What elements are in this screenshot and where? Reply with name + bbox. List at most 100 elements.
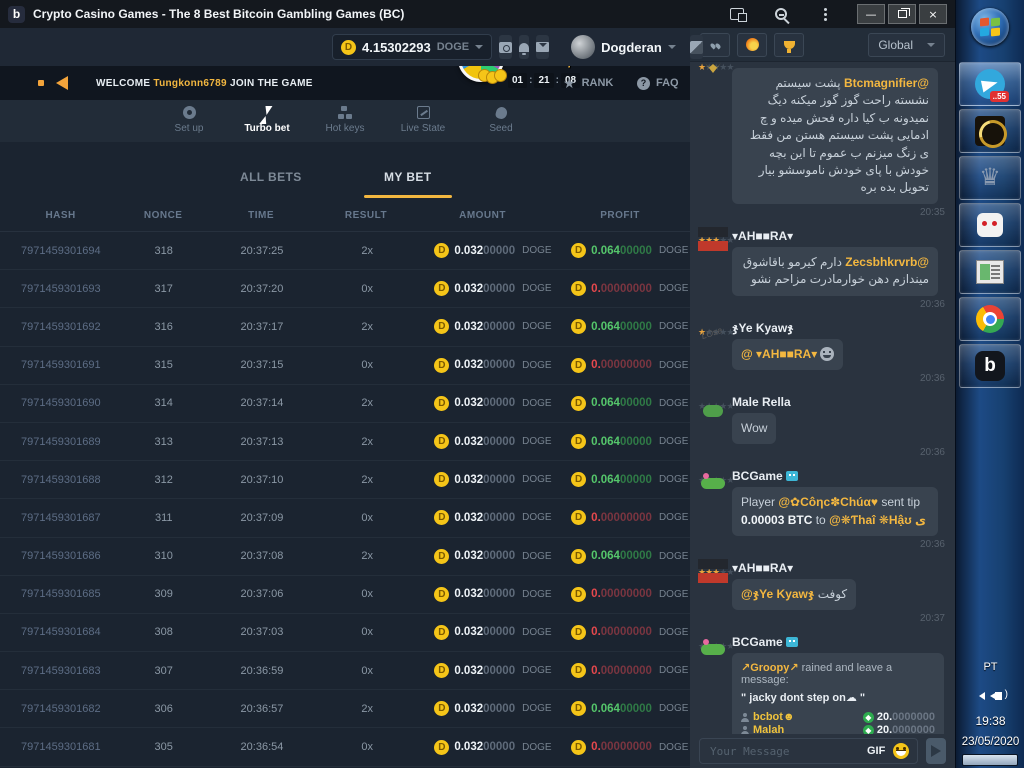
mention[interactable]: @Zecsbhkrvrb: [845, 255, 929, 269]
bet-hash[interactable]: 7971459301690: [0, 397, 122, 409]
coin-drop-button[interactable]: [737, 33, 767, 57]
bet-nonce: 309: [122, 588, 206, 600]
vault-button[interactable]: [499, 35, 512, 59]
table-row[interactable]: 7971459301689 313 20:37:13 2x D 0.032000…: [0, 423, 690, 461]
table-row[interactable]: 7971459301687 311 20:37:09 0x D 0.032000…: [0, 499, 690, 537]
user-menu[interactable]: Dogderan: [571, 35, 676, 59]
language-indicator[interactable]: PT: [956, 661, 1024, 673]
close-button[interactable]: ×: [919, 4, 947, 24]
bet-hash[interactable]: 7971459301689: [0, 436, 122, 448]
chat-username[interactable]: BCGame: [732, 469, 945, 483]
chat-collapse-button[interactable]: [690, 35, 703, 59]
bet-profit: D 0.06400000 DOGE: [553, 701, 690, 716]
taskbar-chrome[interactable]: [959, 297, 1021, 341]
chat-room-select[interactable]: Global: [868, 33, 945, 57]
chat-username[interactable]: ▾AH■■RA▾: [732, 229, 945, 243]
send-button[interactable]: [926, 738, 946, 764]
bet-hash[interactable]: 7971459301692: [0, 321, 122, 333]
gif-button[interactable]: GIF: [867, 745, 885, 757]
emoji-picker-button[interactable]: [893, 743, 909, 759]
taskbar-crown-app[interactable]: ♛: [959, 156, 1021, 200]
mention[interactable]: @ ▾AH■■RA▾: [741, 347, 817, 361]
zoom-out-search-icon[interactable]: [768, 5, 794, 23]
table-row[interactable]: 7971459301681 305 20:36:54 0x D 0.032000…: [0, 728, 690, 766]
table-row[interactable]: 7971459301685 309 20:37:06 0x D 0.032000…: [0, 576, 690, 614]
message-field[interactable]: GIF: [699, 738, 918, 764]
chat-messages[interactable]: ★★★★★ @Btcmagnifier پشت سیستم نشسته راحت…: [690, 62, 955, 734]
messages-button[interactable]: [536, 35, 549, 59]
volume-icon[interactable]: [995, 692, 1002, 700]
bet-hash[interactable]: 7971459301688: [0, 474, 122, 486]
recipient-name[interactable]: bcbot☻: [753, 711, 863, 723]
table-row[interactable]: 7971459301688 312 20:37:10 2x D 0.032000…: [0, 461, 690, 499]
minimize-button[interactable]: —: [857, 4, 885, 24]
tab-turbo-bet[interactable]: Turbo bet: [241, 105, 293, 142]
user-avatar: [571, 35, 595, 59]
table-row[interactable]: 7971459301690 314 20:37:14 2x D 0.032000…: [0, 385, 690, 423]
balance-currency: DOGE: [437, 41, 469, 53]
chat-username[interactable]: BCGame: [732, 635, 945, 649]
table-row[interactable]: 7971459301686 310 20:37:08 2x D 0.032000…: [0, 538, 690, 576]
bet-hash[interactable]: 7971459301683: [0, 665, 122, 677]
taskbar-game[interactable]: [959, 109, 1021, 153]
table-row[interactable]: 7971459301694 318 20:37:25 2x D 0.032000…: [0, 232, 690, 270]
tab-live-state[interactable]: Live State: [397, 105, 449, 142]
table-row[interactable]: 7971459301692 316 20:37:17 2x D 0.032000…: [0, 308, 690, 346]
tab-my-bet[interactable]: MY BET: [384, 170, 432, 184]
browser-menu-icon[interactable]: [812, 5, 838, 23]
clock[interactable]: 19:38: [956, 714, 1024, 728]
rain-sender[interactable]: ↗Groopy↗: [741, 662, 799, 674]
bet-nonce: 316: [122, 321, 206, 333]
chat-username[interactable]: Male Rella: [732, 395, 945, 409]
bet-hash[interactable]: 7971459301684: [0, 626, 122, 638]
doge-coin-icon: D: [571, 701, 586, 716]
table-row[interactable]: 7971459301691 315 20:37:15 0x D 0.032000…: [0, 347, 690, 385]
start-button[interactable]: [971, 8, 1009, 46]
bet-hash[interactable]: 7971459301691: [0, 359, 122, 371]
document-icon: [976, 260, 1004, 284]
rank-link[interactable]: ★ RANK: [563, 76, 613, 90]
bet-hash[interactable]: 7971459301686: [0, 550, 122, 562]
taskbar-notes-app[interactable]: [959, 250, 1021, 294]
bet-hash[interactable]: 7971459301693: [0, 283, 122, 295]
chat-username[interactable]: ჯYe Kyawჯ: [732, 321, 945, 335]
rain-button[interactable]: [700, 33, 730, 57]
contest-button[interactable]: [774, 33, 804, 57]
table-row[interactable]: 7971459301684 308 20:37:03 0x D 0.032000…: [0, 614, 690, 652]
bet-hash[interactable]: 7971459301682: [0, 703, 122, 715]
mention[interactable]: @❋Ƭhaî ❋Hậʊ ﻯ: [829, 513, 926, 527]
table-row[interactable]: 7971459301682 306 20:36:57 2x D 0.032000…: [0, 690, 690, 728]
taskbar-telegram[interactable]: ..55: [959, 62, 1021, 106]
bet-hash[interactable]: 7971459301685: [0, 588, 122, 600]
mention[interactable]: @Btcmagnifier: [844, 76, 929, 90]
faq-link[interactable]: ? FAQ: [637, 77, 679, 90]
taskbar-robot-app[interactable]: [959, 203, 1021, 247]
message-input[interactable]: [708, 744, 859, 759]
tab-set-up[interactable]: Set up: [163, 105, 215, 142]
message-bubble: @Btcmagnifier پشت سیستم نشسته راحت گوز گ…: [732, 68, 938, 204]
table-row[interactable]: 7971459301693 317 20:37:20 0x D 0.032000…: [0, 270, 690, 308]
chat-username[interactable]: ▾AH■■RA▾: [732, 561, 945, 575]
bet-hash[interactable]: 7971459301694: [0, 245, 122, 257]
mention[interactable]: @ჯYe Kyawჯ: [741, 587, 814, 601]
translate-icon[interactable]: [724, 5, 750, 23]
bet-hash[interactable]: 7971459301681: [0, 741, 122, 753]
mention[interactable]: @✿Côηc✽Chúα♥: [778, 495, 878, 509]
bet-time: 20:37:15: [206, 359, 318, 371]
show-desktop-button[interactable]: [962, 754, 1018, 766]
restore-button[interactable]: [888, 4, 916, 24]
doge-coin-icon: D: [571, 319, 586, 334]
notifications-button[interactable]: [519, 35, 529, 59]
date[interactable]: 23/05/2020: [956, 736, 1024, 748]
table-row[interactable]: 7971459301683 307 20:36:59 0x D 0.032000…: [0, 652, 690, 690]
tab-seed[interactable]: Seed: [475, 105, 527, 142]
tray-expand-icon[interactable]: [979, 692, 985, 700]
taskbar-bcgame[interactable]: b: [959, 344, 1021, 388]
tab-hot-keys[interactable]: Hot keys: [319, 105, 371, 142]
doge-coin-icon: D: [434, 740, 449, 755]
tab-all-bets[interactable]: ALL BETS: [240, 170, 302, 184]
bet-time: 20:37:17: [206, 321, 318, 333]
balance-dropdown[interactable]: D 4.15302293 DOGE: [332, 34, 492, 60]
recipient-name[interactable]: Malah: [753, 724, 863, 734]
bet-hash[interactable]: 7971459301687: [0, 512, 122, 524]
